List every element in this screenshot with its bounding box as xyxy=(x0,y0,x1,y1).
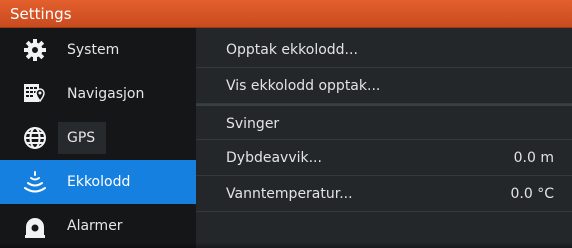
sonar-icon xyxy=(22,169,48,195)
sidebar-item-system[interactable]: System xyxy=(0,28,196,72)
row-label: Vanntemperatur... xyxy=(226,186,353,202)
gear-icon xyxy=(22,37,48,63)
water-temperature-item[interactable]: Vanntemperatur... 0.0 °C xyxy=(196,176,572,212)
row-label: Vis ekkolodd opptak... xyxy=(226,78,381,94)
sidebar-item-gps[interactable]: GPS xyxy=(0,116,196,160)
sonar-settings-panel: Opptak ekkolodd... Vis ekkolodd opptak..… xyxy=(196,28,572,248)
title-bar: Settings xyxy=(0,0,572,28)
globe-icon xyxy=(22,125,48,151)
record-sonar-item[interactable]: Opptak ekkolodd... xyxy=(196,32,572,68)
depth-offset-item[interactable]: Dybdeavvik... 0.0 m xyxy=(196,140,572,176)
sidebar-item-label: GPS xyxy=(67,130,96,146)
sidebar-item-label: Navigasjon xyxy=(67,86,145,102)
transducer-item[interactable]: Svinger xyxy=(196,104,572,140)
navigation-icon xyxy=(22,81,48,107)
sidebar-item-label: Ekkolodd xyxy=(67,174,131,190)
sidebar-item-label: Alarmer xyxy=(67,218,123,234)
settings-window: Settings System Navigasjon GPS Ekkolodd … xyxy=(0,0,572,248)
window-title: Settings xyxy=(10,5,72,23)
bottom-shadow xyxy=(0,242,572,248)
alarm-icon xyxy=(22,213,48,239)
water-temperature-value: 0.0 °C xyxy=(510,186,555,202)
row-label: Svinger xyxy=(226,116,280,132)
row-label: Dybdeavvik... xyxy=(226,150,322,166)
row-label: Opptak ekkolodd... xyxy=(226,42,358,58)
sidebar-item-ekkolodd[interactable]: Ekkolodd xyxy=(0,160,208,204)
sidebar-item-label: System xyxy=(67,42,120,58)
settings-sidebar: System Navigasjon GPS Ekkolodd Alarmer xyxy=(0,28,208,248)
depth-offset-value: 0.0 m xyxy=(513,150,554,166)
view-sonar-recording-item[interactable]: Vis ekkolodd opptak... xyxy=(196,68,572,104)
sidebar-item-navigasjon[interactable]: Navigasjon xyxy=(0,72,196,116)
